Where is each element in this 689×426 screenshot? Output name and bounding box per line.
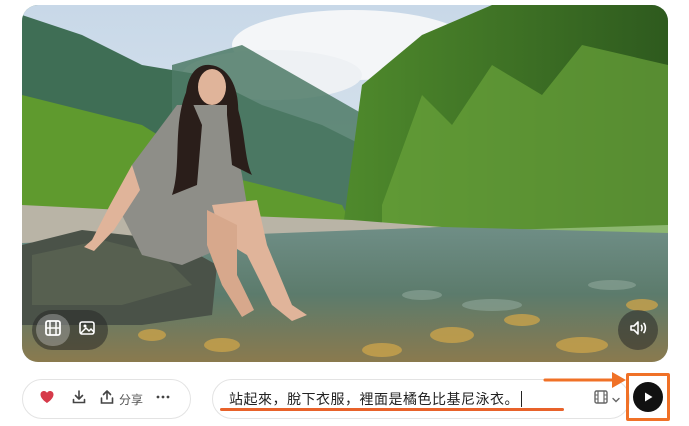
more-horizontal-icon [155,389,171,409]
film-icon [44,319,62,341]
share-label: 分享 [119,392,144,407]
download-icon [71,389,87,409]
heart-icon [39,389,55,409]
image-icon [78,319,96,341]
action-bar: 分享 [22,379,191,419]
media-type-toggle[interactable] [32,310,108,350]
annotation-arrow [543,372,626,388]
text-caret [521,391,522,407]
download-button[interactable] [63,384,95,414]
image-mode-button[interactable] [70,314,104,346]
media-preview [22,5,668,362]
scene-image [22,5,668,362]
share-icon [99,389,115,409]
sound-toggle-button[interactable] [618,310,658,350]
speaker-icon [628,318,648,342]
like-button[interactable] [31,384,63,414]
video-mode-button[interactable] [36,314,70,346]
play-icon [642,388,654,407]
prompt-text[interactable]: 站起來，脫下衣服，裡面是橘色比基尼泳衣。 [229,389,519,409]
annotation-underline [220,408,564,411]
more-button[interactable] [147,384,179,414]
share-button[interactable]: 分享 [95,384,147,414]
